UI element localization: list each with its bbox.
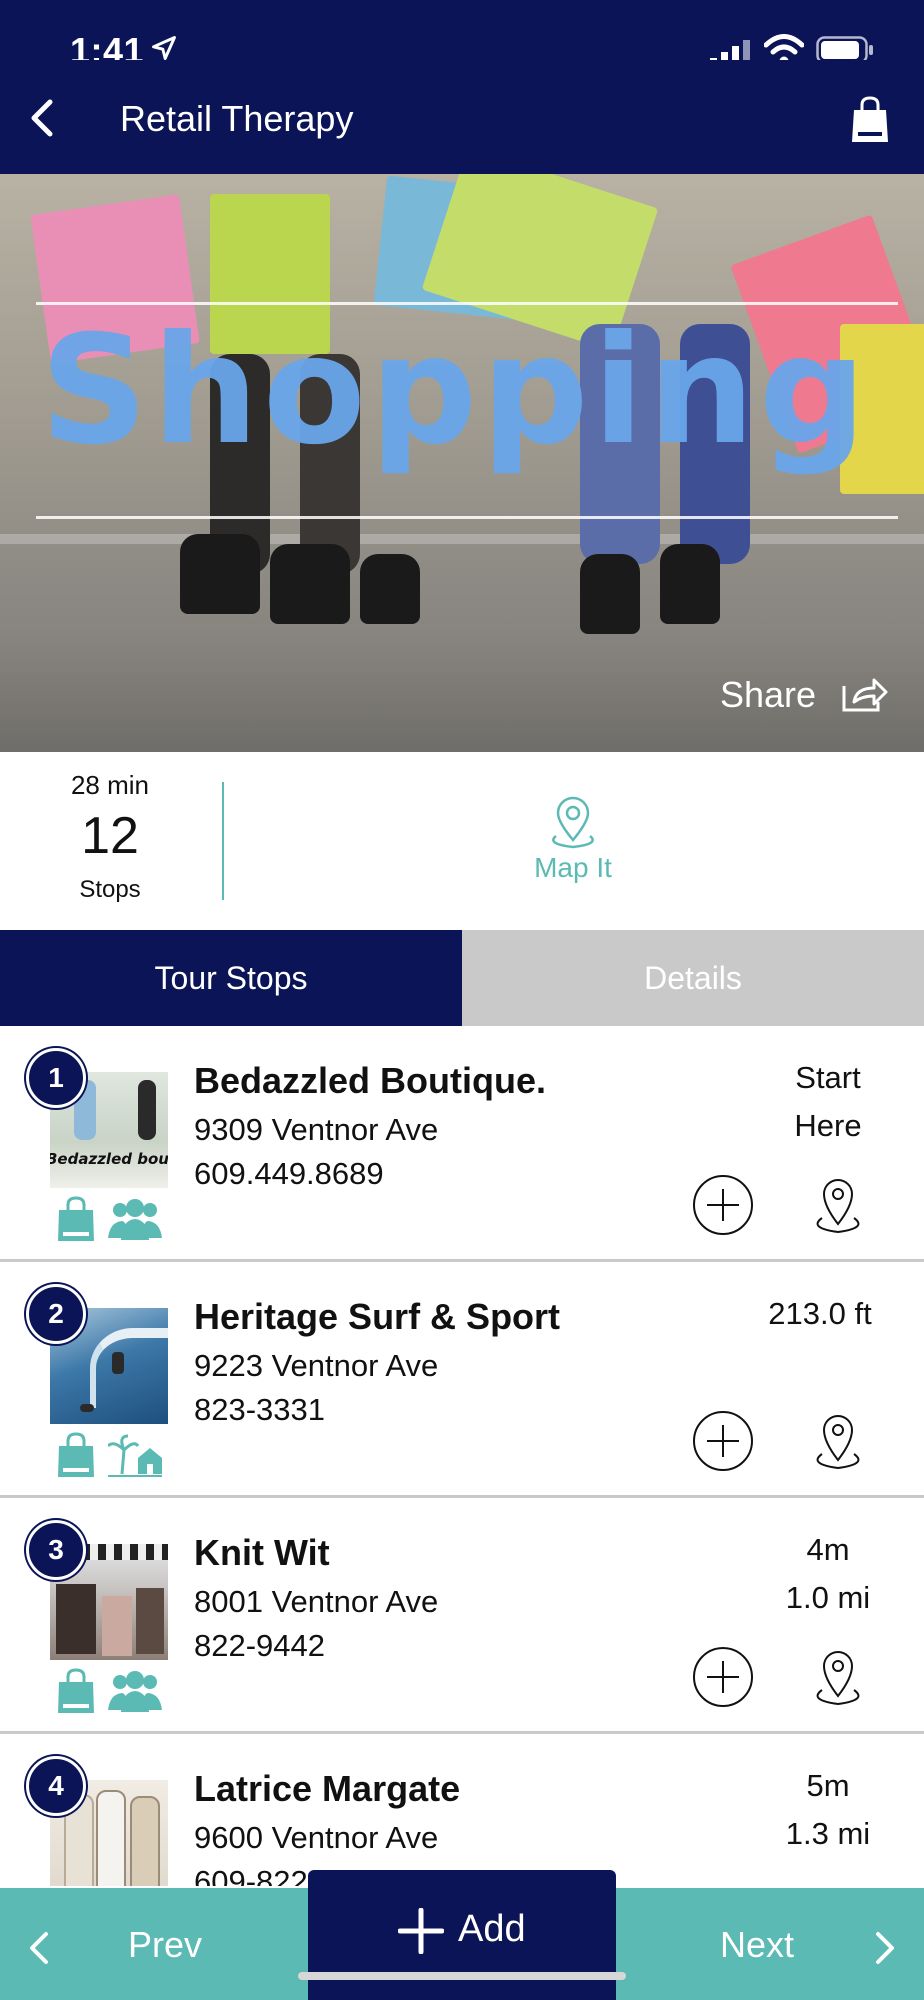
stop-address: 9309 Ventnor Ave [194,1112,439,1147]
stop-name: Heritage Surf & Sport [194,1296,561,1337]
stop-name: Knit Wit [194,1532,330,1573]
thumb-rack [102,1596,132,1656]
stop-distance-line1: 4m [806,1532,850,1567]
hero-rule-bottom [36,516,898,519]
stop-address: 9223 Ventnor Ave [194,1348,439,1383]
back-chevron-icon[interactable] [24,96,64,140]
stop-address: 9600 Ventnor Ave [194,1820,439,1855]
list-item[interactable]: 3 Knit Wit 8001 Ventnor Ave 822-9442 4m … [0,1498,924,1734]
plus-icon [398,1908,444,1954]
stop-count: 12 [81,807,139,865]
map-it-button[interactable]: Map It [500,852,646,884]
stop-name: Bedazzled Boutique. [194,1060,547,1101]
stop-distance-line2: 1.3 mi [785,1816,871,1851]
stop-number-badge: 2 [26,1284,86,1344]
hero-title: Shopping [40,304,871,478]
thumb-text: Bedazzled bout [50,1150,168,1168]
share-icon[interactable] [840,674,890,714]
stop-number-badge: 1 [26,1048,86,1108]
share-label[interactable]: Share [720,674,816,716]
add-circle-icon[interactable] [692,1646,754,1708]
stops-label: Stops [79,876,141,903]
stop-phone[interactable]: 822-9442 [194,1628,325,1664]
list-item[interactable]: Bedazzled bout 1 Bedazzled Boutique. 930… [0,1026,924,1262]
tour-duration: 28 min [70,770,150,800]
page-title: Retail Therapy [120,98,354,139]
summary-divider [222,782,224,900]
stop-phone[interactable]: 823-3331 [194,1392,325,1428]
thumb-figure [130,1796,160,1886]
thumb-rack [136,1588,164,1654]
prev-button[interactable]: Prev [128,1924,202,1966]
thumb-swimmer [80,1404,94,1412]
stop-phone[interactable]: 609.449.8689 [194,1156,384,1192]
add-circle-icon[interactable] [692,1174,754,1236]
map-pin-icon[interactable] [544,794,602,850]
stop-address: 8001 Ventnor Ave [194,1584,439,1619]
map-pin-icon[interactable] [806,1408,870,1472]
thumb-figure [138,1080,156,1140]
add-circle-icon[interactable] [692,1410,754,1472]
add-button[interactable]: Add [308,1870,616,2000]
map-pin-icon[interactable] [806,1172,870,1236]
map-pin-icon[interactable] [806,1644,870,1708]
list-item[interactable]: 2 Heritage Surf & Sport 9223 Ventnor Ave… [0,1262,924,1498]
hero-shoe [180,534,260,614]
hero-shoe [580,554,640,634]
thumb-figure [96,1790,126,1886]
hero-step [0,534,924,544]
stop-name: Latrice Margate [194,1768,461,1809]
shopping-bag-category-icon [58,1668,94,1713]
thumb-surfer [112,1352,124,1374]
hero-shoe [660,544,720,624]
add-label: Add [458,1908,526,1950]
home-indicator [298,1972,626,1980]
next-button[interactable]: Next [720,1924,794,1966]
shopping-bag-category-icon [58,1432,94,1477]
stop-distance-line1: Start [795,1060,861,1095]
hero-shoe [360,554,420,624]
thumb-wave [90,1328,168,1408]
stop-number-badge: 4 [26,1756,86,1816]
prev-chevron-icon[interactable] [26,1930,50,1966]
nav-bar: Retail Therapy [0,60,924,174]
shopping-bag-category-icon [58,1196,94,1241]
tour-summary: 28 min 12 Stops Map It [0,752,924,930]
next-chevron-icon[interactable] [874,1930,898,1966]
shopping-bag-icon[interactable] [850,96,890,144]
hero-image: Shopping Share [0,174,924,752]
group-category-icon [108,1671,162,1712]
tab-tour-stops[interactable]: Tour Stops [0,930,462,1026]
stop-distance-line1: 213.0 ft [768,1296,872,1331]
stop-distance-line1: 5m [806,1768,850,1803]
hero-shoe [270,544,350,624]
stop-number-badge: 3 [26,1520,86,1580]
tab-bar: Tour Stops Details [0,930,924,1026]
list-item[interactable]: 4 Latrice Margate 9600 Ventnor Ave 609-8… [0,1734,924,1886]
tab-details[interactable]: Details [462,930,924,1026]
thumb-rack [56,1584,96,1654]
stops-list: Bedazzled bout 1 Bedazzled Boutique. 930… [0,1026,924,1886]
group-category-icon [108,1199,162,1240]
stop-phone[interactable]: 609-822 [194,1864,308,1886]
beach-category-icon [108,1434,162,1477]
stop-distance-line2: Here [794,1108,862,1143]
stop-distance-line2: 1.0 mi [785,1580,871,1615]
location-arrow-icon [152,36,176,60]
